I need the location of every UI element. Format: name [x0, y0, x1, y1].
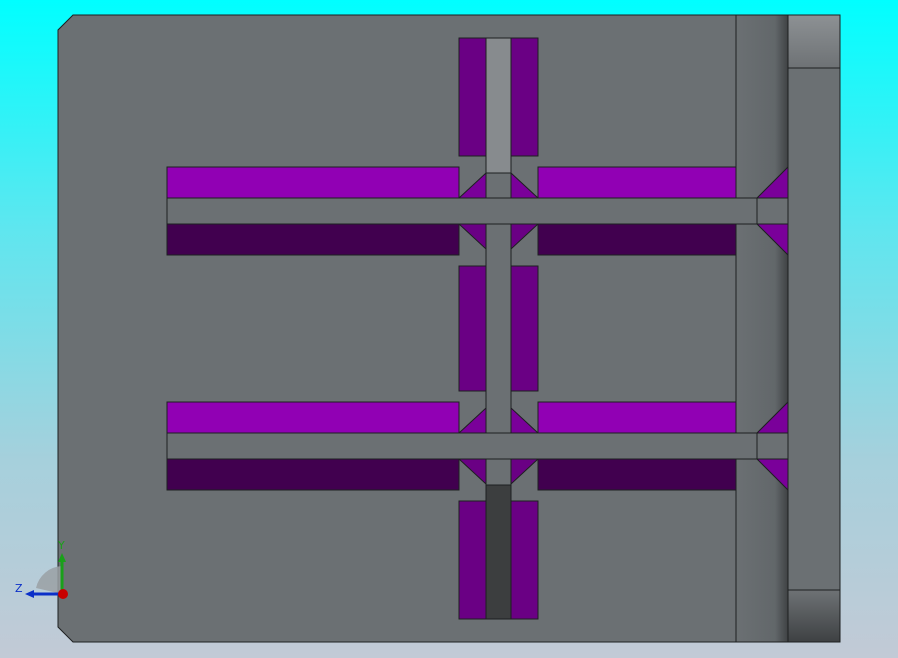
upper-channel[interactable] — [166, 165, 789, 257]
vertical-slot-top[interactable] — [485, 37, 512, 174]
orientation-triad — [25, 553, 68, 599]
vertical-slot-bottom[interactable] — [485, 484, 512, 620]
vertical-fin-left-bottom[interactable] — [458, 500, 487, 620]
lower-channel[interactable] — [166, 400, 789, 492]
side-rail[interactable] — [787, 14, 841, 643]
vertical-fin-left-top[interactable] — [458, 37, 487, 157]
vertical-fin-right-mid[interactable] — [510, 265, 539, 392]
rail-cap-top[interactable] — [787, 14, 841, 69]
vertical-fin-right-top[interactable] — [510, 37, 539, 157]
rail-cap-bottom[interactable] — [787, 589, 841, 643]
base-plate[interactable] — [57, 14, 789, 643]
vertical-fin-right-bottom[interactable] — [510, 500, 539, 620]
part-model[interactable] — [0, 0, 898, 658]
triad-z-label: Z — [15, 582, 23, 595]
triad-y-label: Y — [58, 539, 65, 552]
side-face-bevel[interactable] — [735, 14, 789, 643]
graphics-viewport[interactable]: Y Z — [0, 0, 898, 658]
vertical-fin-left-mid[interactable] — [458, 265, 487, 392]
